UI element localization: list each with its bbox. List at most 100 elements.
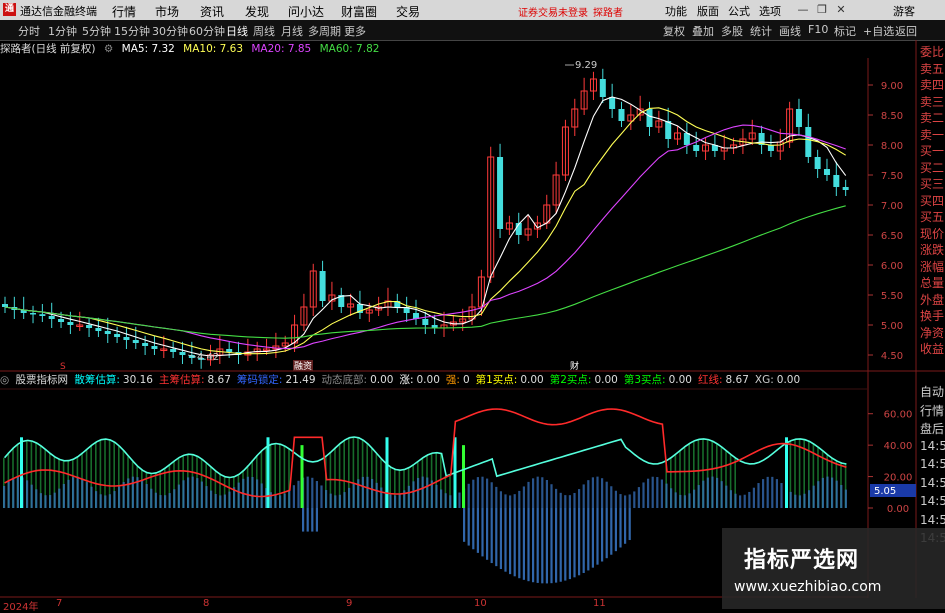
candle-body <box>30 313 37 315</box>
quote-panel-bottom-item[interactable]: 盘后 <box>920 420 944 437</box>
indicator-item-label: 筹码锁定: <box>236 374 283 386</box>
indicator-item-label: XG: <box>754 374 774 386</box>
quote-panel-item[interactable]: 买三 <box>920 178 944 191</box>
indicator-blue-bar <box>532 478 535 508</box>
indicator-blue-bar <box>343 492 346 508</box>
quote-panel-bottom-item[interactable]: 14:50 <box>920 494 945 508</box>
indicator-negative-bar <box>559 508 562 582</box>
event-marker-s[interactable]: S <box>60 362 66 372</box>
candle-body <box>132 340 139 343</box>
indicator-blue-bar <box>647 478 650 508</box>
indicator-blue-bar <box>670 488 673 508</box>
quote-panel-item[interactable]: 总量 <box>920 277 944 290</box>
indicator-blue-bar <box>375 482 378 508</box>
indicator-blue-bar <box>177 484 180 508</box>
indicator-blue-bar <box>476 477 479 508</box>
indicator-blue-bar <box>444 493 447 508</box>
indicator-blue-bar <box>674 492 677 508</box>
indicator-negative-bar <box>486 508 489 560</box>
quote-panel-item[interactable]: 卖三 <box>920 95 944 109</box>
quote-panel-item[interactable]: 卖二 <box>920 112 944 125</box>
indicator-blue-bar <box>522 486 525 508</box>
indicator-negative-bar <box>550 508 553 584</box>
quote-panel-bottom-item[interactable]: 14:50 <box>920 476 945 490</box>
indicator-blue-bar <box>656 477 659 508</box>
indicator-blue-bar <box>693 489 696 508</box>
indicator-item-0: 散筹估算: 30.16 <box>74 374 156 386</box>
indicator-blue-bar <box>53 492 56 508</box>
indicator-item-label: 红线: <box>697 374 723 386</box>
indicator-blue-bar <box>7 481 10 508</box>
indicator-blue-bar <box>30 484 33 508</box>
quote-panel-item[interactable]: 买二 <box>920 161 944 175</box>
indicator-blue-bar <box>702 480 705 508</box>
candle-body <box>767 145 774 151</box>
quote-panel-item[interactable]: 净资 <box>920 326 944 340</box>
quote-panel-item[interactable]: 外盘 <box>920 293 944 307</box>
quote-panel-item[interactable]: 涨跌 <box>920 244 944 257</box>
quote-panel-item[interactable]: 卖一 <box>920 128 944 142</box>
indicator-item-value: 0.00 <box>668 374 692 386</box>
event-marker-finance[interactable]: 财 <box>570 360 579 372</box>
indicator-settings-icon[interactable]: ◎ <box>0 374 9 386</box>
indicator-blue-bar <box>513 494 516 508</box>
candle-body <box>814 157 821 169</box>
quote-panel-item[interactable]: 买四 <box>920 194 944 208</box>
indicator-blue-bar <box>35 489 38 508</box>
indicator-blue-bar <box>159 495 162 508</box>
indicator-current-value: 5.05 <box>874 486 896 497</box>
date-month-11: 11 <box>593 598 606 609</box>
indicator-blue-bar <box>49 495 52 508</box>
indicator-item-value: 0.00 <box>520 374 544 386</box>
indicator-negative-bar <box>509 508 512 575</box>
quote-panel-item[interactable]: 涨幅 <box>920 260 944 274</box>
indicator-item-label: 涨: <box>399 374 414 386</box>
indicator-blue-bar <box>191 476 194 508</box>
indicator-blue-bar <box>812 485 815 508</box>
quote-panel-item[interactable]: 买一 <box>920 145 944 158</box>
candle-body <box>104 331 111 334</box>
indicator-blue-bar <box>711 476 714 508</box>
event-marker-margin[interactable]: 融资 <box>294 361 312 372</box>
indicator-blue-bar <box>228 491 231 508</box>
indicator-name[interactable]: 股票指标网 <box>16 374 69 386</box>
indicator-blue-bar <box>251 476 254 508</box>
indicator-blue-bar <box>688 493 691 508</box>
indicator-blue-bar <box>739 495 742 508</box>
quote-panel-item[interactable]: 收益 <box>920 343 944 356</box>
indicator-blue-bar <box>564 495 567 508</box>
candle-body <box>319 271 326 301</box>
indicator-blue-bar <box>499 491 502 508</box>
quote-panel-item[interactable]: 现价 <box>920 227 944 241</box>
indicator-negative-bar <box>536 508 539 583</box>
candle-body <box>58 319 65 322</box>
quote-panel-bottom-item[interactable]: 14:50 <box>920 513 945 527</box>
quote-panel-item[interactable]: 委比 <box>920 46 944 59</box>
quote-panel-bottom-item[interactable]: 自动 <box>920 383 944 400</box>
indicator-blue-bar <box>541 477 544 508</box>
indicator-item-value: 30.16 <box>122 374 153 386</box>
indicator-item-value: 0.00 <box>416 374 440 386</box>
chart-area[interactable]: 9.00 8.50 8.00 7.50 7.00 6.50 6.00 5.50 5.00 4.50… <box>0 0 945 609</box>
indicator-blue-bar <box>214 493 217 508</box>
quote-panel-bottom-item[interactable]: 14:50 <box>920 439 945 453</box>
indicator-tick-label: 0.00 <box>887 504 909 515</box>
indicator-blue-bar <box>771 476 774 508</box>
quote-panel-item[interactable]: 买五 <box>920 211 944 224</box>
indicator-spike-bar <box>20 437 23 508</box>
quote-panel-item[interactable]: 卖五 <box>920 62 944 76</box>
watermark-url: www.xuezhibiao.com <box>734 579 882 595</box>
candle-body <box>795 109 802 127</box>
candle-body <box>599 79 606 97</box>
quote-panel-bottom-item[interactable]: 行情 <box>920 402 944 419</box>
quote-panel-item[interactable]: 换手 <box>920 310 944 323</box>
indicator-blue-bar <box>274 494 277 508</box>
candle-body <box>497 157 504 229</box>
indicator-green-spike <box>300 445 304 508</box>
indicator-blue-bar <box>95 491 98 508</box>
candle-body <box>805 127 812 157</box>
indicator-blue-bar <box>624 495 627 508</box>
price-tick-label: 8.00 <box>881 141 903 152</box>
quote-panel-item[interactable]: 卖四 <box>920 79 944 92</box>
quote-panel-bottom-item[interactable]: 14:50 <box>920 457 945 471</box>
